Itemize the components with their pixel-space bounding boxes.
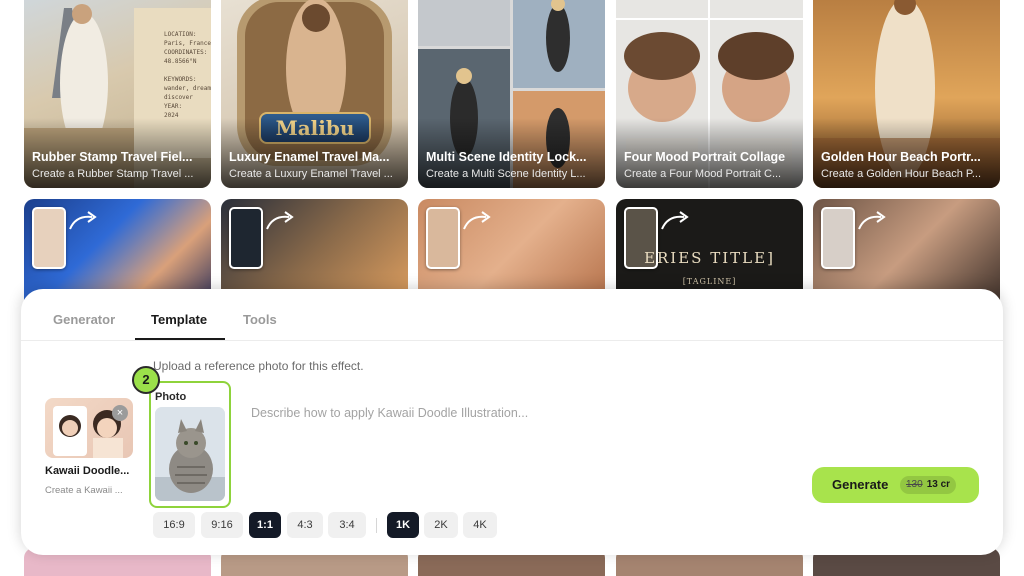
photo-label: Photo [155,391,187,403]
arrow-icon [266,211,294,230]
tab-template[interactable]: Template [151,312,207,327]
prompt-input[interactable] [251,401,811,425]
generation-panel: Generator Template Tools Upload a refere… [21,289,1003,555]
mock-tagline: [TAGLINE] [682,277,737,286]
options-divider [376,518,377,533]
arrow-icon [858,211,886,230]
aspect-4-3[interactable]: 4:3 [287,512,323,538]
panel-tabs: Generator Template Tools [21,289,1003,341]
tab-tools[interactable]: Tools [243,312,277,327]
credit-cost-badge: 130 13 cr [900,476,957,494]
card-desc: Create a Multi Scene Identity L... [426,168,586,180]
card-title: Golden Hour Beach Portr... [821,150,981,164]
card-desc: Create a Rubber Stamp Travel ... [32,168,194,180]
card-title: Luxury Enamel Travel Ma... [229,150,390,164]
generate-button[interactable]: Generate 130 13 cr [812,467,979,503]
arrow-icon [661,211,689,230]
resolution-1k[interactable]: 1K [387,512,419,538]
template-name: Kawaii Doodle... [45,465,130,477]
original-price: 130 [906,479,923,490]
arrow-icon [69,211,97,230]
aspect-3-4[interactable]: 3:4 [328,512,366,538]
reference-thumb [229,207,263,269]
upload-hint: Upload a reference photo for this effect… [153,359,364,373]
aspect-16-9[interactable]: 16:9 [153,512,195,538]
card-title: Rubber Stamp Travel Fiel... [32,150,193,164]
card-desc: Create a Four Mood Portrait C... [624,168,782,180]
cat-photo [155,407,225,501]
template-card-multi-scene[interactable]: Multi Scene Identity Lock... Create a Mu… [418,0,605,188]
card-desc: Create a Golden Hour Beach P... [821,168,982,180]
reference-thumb [426,207,460,269]
remove-template-icon[interactable]: × [112,405,128,421]
stamp-lines: LOCATION: Paris, France COORDINATES: 48.… [164,31,211,119]
template-card-four-mood[interactable]: Four Mood Portrait Collage Create a Four… [616,0,803,188]
mock-title: ERIES TITLE] [644,249,775,267]
step-number-badge: 2 [132,366,160,394]
current-price: 13 cr [926,479,951,490]
resolution-2k[interactable]: 2K [424,512,458,538]
uploaded-photo [155,407,225,501]
template-card-rubber-stamp[interactable]: LOCATION: Paris, France COORDINATES: 48.… [24,0,211,188]
reference-thumb [821,207,855,269]
reference-thumb [32,207,66,269]
active-tab-indicator [135,338,225,340]
template-desc: Create a Kawaii ... [45,485,123,496]
aspect-1-1[interactable]: 1:1 [249,512,281,538]
resolution-4k[interactable]: 4K [463,512,497,538]
card-title: Four Mood Portrait Collage [624,150,786,164]
card-desc: Create a Luxury Enamel Travel ... [229,168,393,180]
generate-label: Generate [832,477,889,492]
tab-generator[interactable]: Generator [53,312,115,327]
aspect-9-16[interactable]: 9:16 [201,512,243,538]
template-card-luxury-enamel[interactable]: Malibu Luxury Enamel Travel Ma... Create… [221,0,408,188]
card-title: Multi Scene Identity Lock... [426,150,587,164]
arrow-icon [463,211,491,230]
photo-upload-slot[interactable]: Photo [149,381,231,508]
template-card-golden-hour[interactable]: Golden Hour Beach Portr... Create a Gold… [813,0,1000,188]
